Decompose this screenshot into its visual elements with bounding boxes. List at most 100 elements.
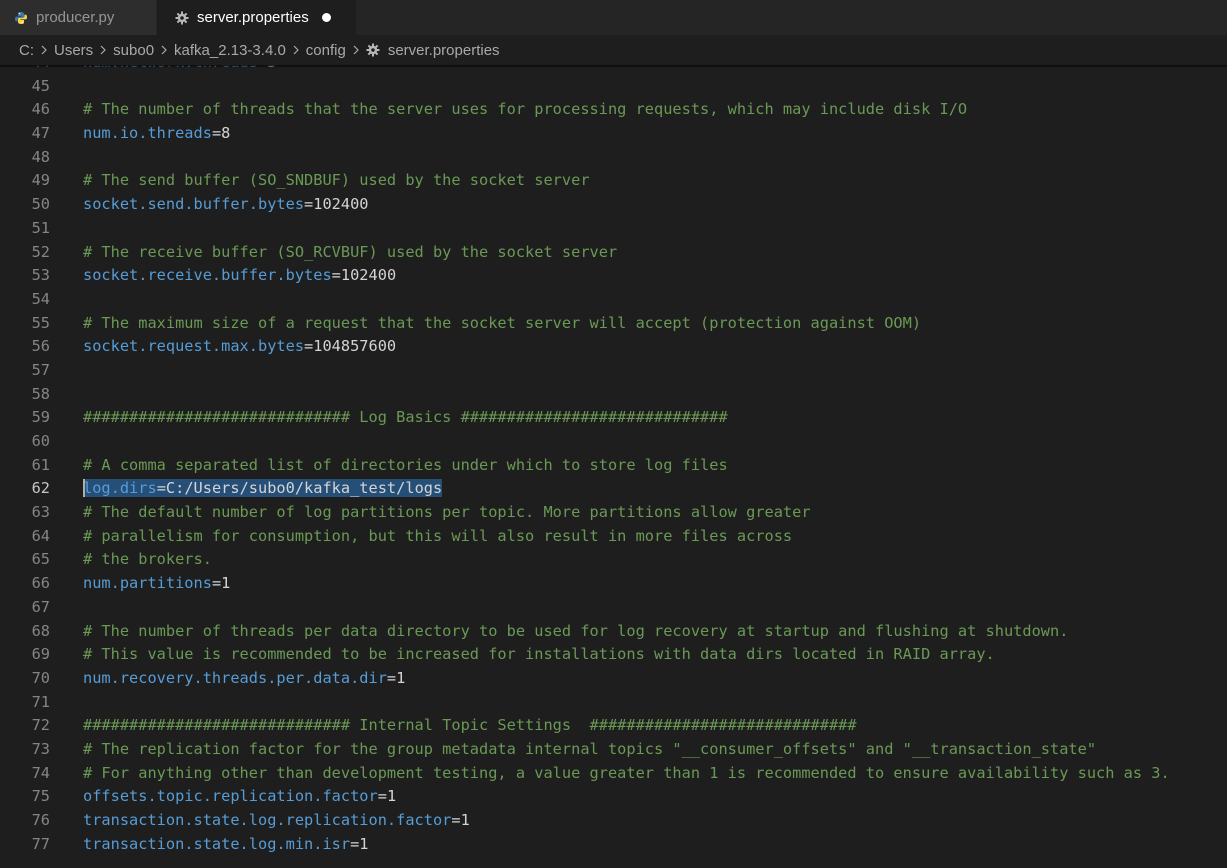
code-line[interactable]: 75 offsets.topic.replication.factor=1 <box>0 785 1227 809</box>
scroll-shadow <box>0 65 1227 68</box>
line-number: 77 <box>31 834 50 853</box>
comment-text: # The send buffer (SO_SNDBUF) used by th… <box>83 171 590 190</box>
code-line[interactable]: 71 <box>0 691 1227 715</box>
code-line[interactable]: 59 ############################# Log Basi… <box>0 406 1227 430</box>
property-key: num.partitions <box>83 574 212 593</box>
equals-sign: = <box>304 337 314 356</box>
line-content: # The number of threads that the server … <box>83 98 967 122</box>
line-number: 73 <box>31 739 50 758</box>
property-key: num.recovery.threads.per.data.dir <box>83 668 387 687</box>
code-line[interactable]: 57 <box>0 359 1227 383</box>
code-line[interactable]: 45 <box>0 75 1227 99</box>
code-line[interactable]: 46 # The number of threads that the serve… <box>0 98 1227 122</box>
code-line[interactable]: 73 # The replication factor for the group… <box>0 738 1227 762</box>
code-line[interactable]: 68 # The number of threads per data direc… <box>0 620 1227 644</box>
code-line[interactable]: 64 # parallelism for consumption, but thi… <box>0 525 1227 549</box>
line-content: socket.receive.buffer.bytes=102400 <box>83 264 396 288</box>
breadcrumb-file[interactable]: server.properties <box>366 42 500 59</box>
code-line[interactable]: 51 <box>0 217 1227 241</box>
property-key: transaction.state.log.replication.factor <box>83 811 452 829</box>
property-value: 1 <box>386 787 397 806</box>
comment-text: # For anything other than development te… <box>83 763 1170 782</box>
line-number: 55 <box>31 313 50 332</box>
property-value: 102400 <box>340 266 397 285</box>
line-number: 49 <box>31 171 50 190</box>
comment-text: # The default number of log partitions p… <box>83 503 811 522</box>
code-line[interactable]: 54 <box>0 288 1227 312</box>
equals-sign: = <box>156 479 166 498</box>
breadcrumb-drive[interactable]: C: <box>19 42 34 59</box>
code-line[interactable]: 62 log.dirs=C:/Users/subo0/kafka_test/log… <box>0 477 1227 501</box>
comment-text: ############################# Internal T… <box>83 716 857 735</box>
code-line[interactable]: 52 # The receive buffer (SO_RCVBUF) used … <box>0 241 1227 265</box>
code-line[interactable]: 50 socket.send.buffer.bytes=102400 <box>0 193 1227 217</box>
chevron-right-icon <box>292 44 300 56</box>
code-line[interactable]: 69 # This value is recommended to be incr… <box>0 643 1227 667</box>
line-content: ############################# Internal T… <box>83 714 857 738</box>
line-number: 74 <box>31 763 50 782</box>
code-line[interactable]: 63 # The default number of log partitions… <box>0 501 1227 525</box>
line-content: num.partitions=1 <box>83 572 230 596</box>
code-line[interactable]: 74 # For anything other than development … <box>0 762 1227 786</box>
equals-sign: = <box>331 266 341 285</box>
line-content: # the brokers. <box>83 548 212 572</box>
line-number: 50 <box>31 195 50 214</box>
python-icon <box>14 11 28 25</box>
code-editor[interactable]: 44num.network.threads=34546# The number … <box>0 65 1227 868</box>
code-line[interactable]: 77 transaction.state.log.min.isr=1 <box>0 833 1227 857</box>
line-content: # The maximum size of a request that the… <box>83 312 921 336</box>
property-entry: transaction.state.log.replication.factor… <box>83 811 470 829</box>
code-line[interactable]: 76 transaction.state.log.replication.fact… <box>0 809 1227 833</box>
code-line[interactable]: 67 <box>0 596 1227 620</box>
tab-server-properties[interactable]: server.properties <box>157 0 357 35</box>
line-number: 66 <box>31 574 50 593</box>
chevron-right-icon <box>352 44 360 56</box>
code-line[interactable]: 60 <box>0 430 1227 454</box>
line-content: # parallelism for consumption, but this … <box>83 525 792 549</box>
property-entry: num.partitions=1 <box>83 574 230 592</box>
line-number: 61 <box>31 455 50 474</box>
line-content: socket.request.max.bytes=104857600 <box>83 335 396 359</box>
code-line[interactable]: 61 # A comma separated list of directorie… <box>0 454 1227 478</box>
property-entry: socket.send.buffer.bytes=102400 <box>83 195 369 213</box>
line-number: 60 <box>31 432 50 450</box>
property-value: 8 <box>221 124 231 143</box>
unsaved-dot-icon[interactable] <box>321 13 331 22</box>
code-line[interactable]: 65 # the brokers. <box>0 548 1227 572</box>
gear-icon <box>175 11 189 25</box>
code-line[interactable]: 56 socket.request.max.bytes=104857600 <box>0 335 1227 359</box>
breadcrumb-user-folder[interactable]: subo0 <box>113 42 154 59</box>
property-key: log.dirs <box>83 479 157 498</box>
line-number: 48 <box>31 147 50 166</box>
property-value: 102400 <box>313 195 369 214</box>
line-content: # A comma separated list of directories … <box>83 454 728 478</box>
breadcrumb-users[interactable]: Users <box>54 42 93 59</box>
line-content: offsets.topic.replication.factor=1 <box>83 785 396 809</box>
line-number: 65 <box>31 550 50 569</box>
line-number: 64 <box>31 526 50 545</box>
line-content: # The default number of log partitions p… <box>83 501 811 525</box>
code-line[interactable]: 70 num.recovery.threads.per.data.dir=1 <box>0 667 1227 691</box>
code-line[interactable]: 55 # The maximum size of a request that t… <box>0 312 1227 336</box>
line-content: num.io.threads=8 <box>83 122 230 146</box>
code-line[interactable]: 58 <box>0 383 1227 407</box>
code-line[interactable]: 66 num.partitions=1 <box>0 572 1227 596</box>
code-line[interactable]: 72 ############################# Internal… <box>0 714 1227 738</box>
property-value: 1 <box>396 668 406 687</box>
code-line[interactable]: 49 # The send buffer (SO_SNDBUF) used by … <box>0 169 1227 193</box>
tab-producer-py[interactable]: producer.py <box>0 0 157 35</box>
equals-sign: = <box>377 787 387 806</box>
breadcrumb-kafka-folder[interactable]: kafka_2.13-3.4.0 <box>174 42 286 59</box>
code-line[interactable]: 48 <box>0 146 1227 170</box>
code-line[interactable]: 47 num.io.threads=8 <box>0 122 1227 146</box>
gear-icon <box>366 43 380 57</box>
code-line[interactable]: 53 socket.receive.buffer.bytes=102400 <box>0 264 1227 288</box>
equals-sign: = <box>211 574 222 593</box>
line-number: 47 <box>31 124 50 143</box>
chevron-right-icon <box>99 44 107 56</box>
breadcrumb-config-folder[interactable]: config <box>306 42 346 59</box>
line-number: 54 <box>31 289 50 308</box>
editor-tab-bar: producer.py server.properties <box>0 0 1227 35</box>
property-key: offsets.topic.replication.factor <box>83 787 378 806</box>
line-content: # The number of threads per data directo… <box>83 620 1068 644</box>
